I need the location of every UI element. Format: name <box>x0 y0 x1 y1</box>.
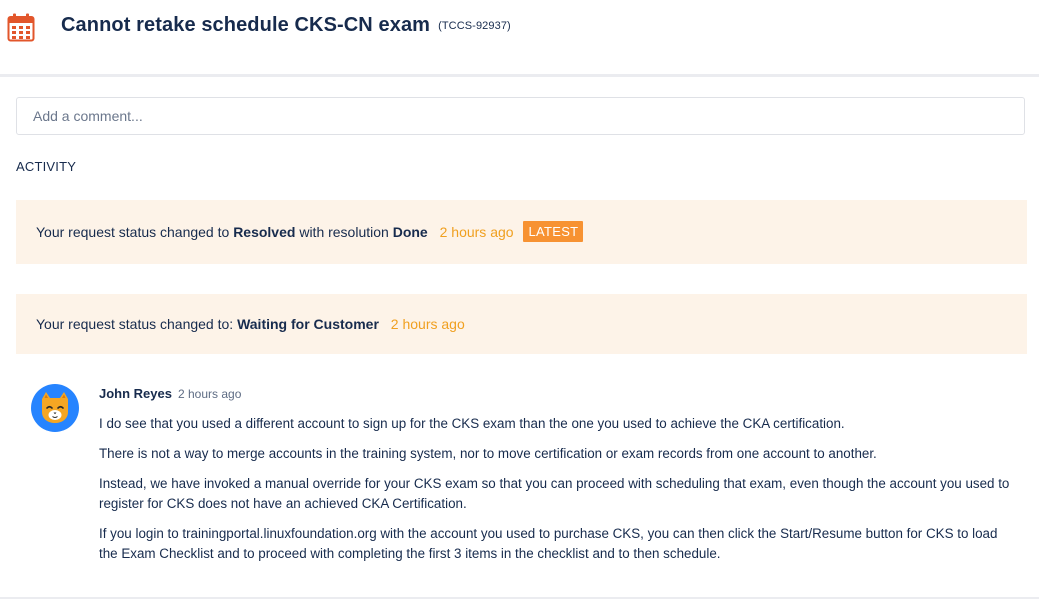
divider <box>0 597 1039 599</box>
calendar-icon <box>7 13 35 42</box>
comment-paragraph: There is not a way to merge accounts in … <box>99 446 877 461</box>
event-time[interactable]: 2 hours ago <box>391 316 465 332</box>
comment-paragraph: I do see that you used a different accou… <box>99 416 845 431</box>
comment-paragraph: If you login to trainingportal.linuxfoun… <box>99 526 998 561</box>
event-prefix: Your request status changed to <box>36 224 234 240</box>
event-prefix: Your request status changed to: <box>36 316 238 332</box>
activity-event-resolved: Your request status changed to Resolved … <box>16 200 1027 264</box>
request-header: Cannot retake schedule CKS-CN exam (TCCS-… <box>0 0 1039 77</box>
latest-badge: LATEST <box>523 221 584 242</box>
page-title: Cannot retake schedule CKS-CN exam (TCCS-… <box>61 14 511 37</box>
comment-body: I do see that you used a different accou… <box>99 414 1019 574</box>
comment-author: John Reyes <box>99 386 172 401</box>
comment-input[interactable] <box>16 97 1025 135</box>
event-middle: with resolution <box>295 224 393 240</box>
cat-avatar-icon <box>31 384 79 432</box>
event-time[interactable]: 2 hours ago <box>440 224 514 240</box>
activity-heading: ACTIVITY <box>16 159 77 174</box>
event-status: Resolved <box>233 224 296 240</box>
comment-paragraph: Instead, we have invoked a manual overri… <box>99 476 1010 511</box>
event-status: Waiting for Customer <box>237 316 379 332</box>
request-title: Cannot retake schedule CKS-CN exam <box>61 14 431 36</box>
comment-time[interactable]: 2 hours ago <box>178 387 241 401</box>
comment-header: John Reyes 2 hours ago <box>99 386 241 401</box>
event-resolution: Done <box>392 224 428 240</box>
ticket-id: (TCCS-92937) <box>438 20 511 32</box>
activity-event-waiting: Your request status changed to: Waiting … <box>16 294 1027 354</box>
